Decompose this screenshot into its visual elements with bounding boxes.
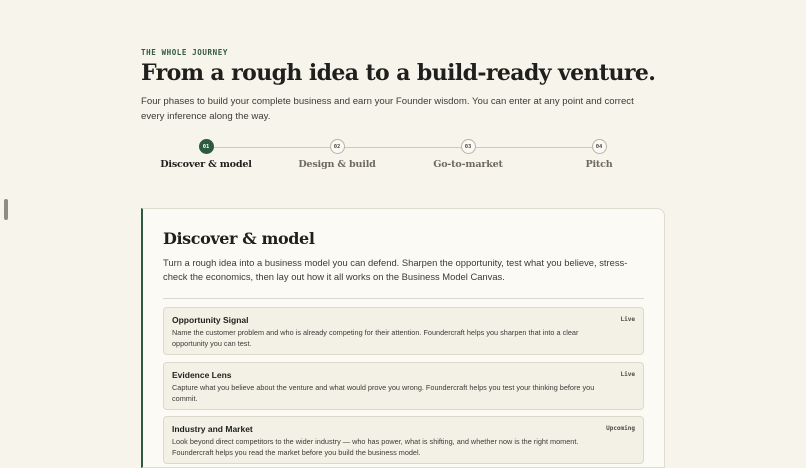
section-eyebrow: THE WHOLE JOURNEY [141, 48, 228, 57]
step-number: 04 [591, 139, 607, 154]
module-item-opportunity-signal[interactable]: Opportunity Signal Live Name the custome… [163, 307, 644, 355]
divider [163, 298, 644, 299]
step-label: Pitch [585, 159, 613, 170]
module-item-industry-market[interactable]: Industry and Market Upcoming Look beyond… [163, 416, 644, 464]
phase-title: Discover & model [163, 229, 315, 248]
module-item-evidence-lens[interactable]: Evidence Lens Live Capture what you beli… [163, 362, 644, 410]
phase-description: Turn a rough idea into a business model … [163, 257, 628, 282]
module-description: Name the customer problem and who is alr… [172, 328, 579, 348]
phase-stepper: 01 Discover & model 02 Design & build 03… [141, 139, 665, 179]
step-number: 02 [329, 139, 345, 154]
step-label: Design & build [298, 159, 376, 170]
step-label: Go-to-market [433, 159, 503, 170]
module-description: Capture what you believe about the ventu… [172, 383, 595, 403]
status-badge: Live [620, 371, 635, 378]
module-name: Industry and Market [172, 424, 253, 434]
page-title: From a rough idea to a build-ready ventu… [141, 60, 656, 86]
status-badge: Upcoming [606, 425, 635, 432]
step-pitch[interactable]: 04 Pitch [544, 139, 654, 170]
step-go-to-market[interactable]: 03 Go-to-market [413, 139, 523, 170]
intro-text: Four phases to build your complete busin… [141, 96, 634, 122]
step-number: 03 [460, 139, 476, 154]
module-name: Opportunity Signal [172, 315, 249, 325]
step-number: 01 [198, 139, 214, 154]
status-badge: Live [620, 316, 635, 323]
step-label: Discover & model [160, 159, 252, 170]
module-name: Evidence Lens [172, 370, 232, 380]
step-discover-model[interactable]: 01 Discover & model [151, 139, 261, 170]
phase-card: Discover & model Turn a rough idea into … [141, 208, 665, 468]
scrollbar-handle[interactable] [4, 199, 8, 220]
module-description: Look beyond direct competitors to the wi… [172, 437, 579, 457]
stepper-line [207, 147, 599, 148]
step-design-build[interactable]: 02 Design & build [282, 139, 392, 170]
